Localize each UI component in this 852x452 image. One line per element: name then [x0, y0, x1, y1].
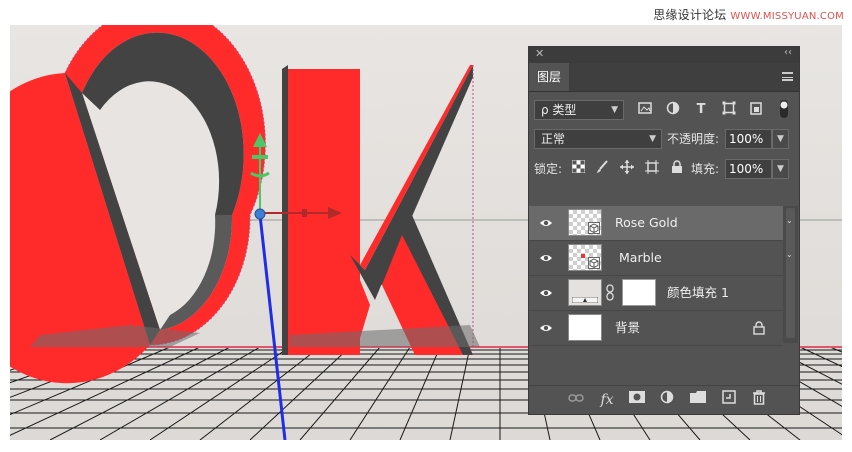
fill-layer-badge-icon	[572, 297, 598, 303]
lock-all-icon[interactable]	[668, 160, 686, 178]
filter-type-icon[interactable]: T	[692, 101, 710, 119]
filter-smart-object-icon[interactable]	[747, 101, 765, 119]
layer-filter-value: ρ 类型	[541, 103, 577, 117]
lock-artboard-icon[interactable]	[643, 160, 661, 178]
layer-name[interactable]: Marble	[619, 241, 662, 275]
fill-label: 填充:	[691, 162, 720, 176]
gizmo-center-handle[interactable]	[254, 208, 266, 220]
smart-object-badge-icon	[588, 257, 600, 269]
layers-list: Rose Gold Marble 颜色填充 1 背景	[529, 206, 783, 346]
link-layers-icon[interactable]	[566, 390, 586, 410]
visibility-eye-icon[interactable]	[539, 286, 553, 300]
fill-input[interactable]: 100%	[725, 159, 772, 179]
chevron-down-icon: ▼	[649, 134, 656, 144]
opacity-input[interactable]: 100%	[725, 129, 772, 149]
folder-icon[interactable]	[688, 390, 708, 410]
layer-row-background[interactable]: 背景	[529, 311, 783, 346]
visibility-eye-icon[interactable]	[539, 321, 553, 335]
gizmo-y-scale-handle[interactable]	[252, 155, 268, 159]
visibility-eye-icon[interactable]	[539, 251, 553, 265]
collapse-panel-icon[interactable]: ‹‹	[784, 47, 792, 58]
layer-row-rose-gold[interactable]: Rose Gold	[529, 206, 783, 241]
expand-effects-chevron-icon[interactable]: ⌄	[786, 216, 793, 225]
layer-name[interactable]: Rose Gold	[615, 206, 678, 240]
new-layer-icon[interactable]	[719, 390, 739, 410]
opacity-label: 不透明度:	[667, 132, 720, 146]
fill-slider-button[interactable]: ▼	[772, 159, 789, 179]
visibility-eye-icon[interactable]	[539, 216, 553, 230]
canvas-frame[interactable]: ✕ ‹‹ 图层 ρ 类型 ▼ T 正常 ▼ 不透明度: 100% ▼ 锁定: 填…	[10, 25, 842, 440]
layer-row-marble[interactable]: Marble	[529, 241, 783, 276]
trash-icon[interactable]	[749, 390, 769, 410]
tab-layers[interactable]: 图层	[529, 63, 569, 91]
chevron-down-icon: ▼	[611, 105, 618, 115]
expand-effects-chevron-icon-2[interactable]: ⌄	[786, 250, 793, 259]
opacity-slider-button[interactable]: ▼	[772, 129, 789, 149]
scrollbar-thumb[interactable]	[786, 208, 795, 338]
watermark-site-name: 思缘设计论坛	[653, 8, 727, 22]
fx-icon[interactable]: fx	[597, 390, 617, 410]
layer-name[interactable]: 背景	[615, 311, 640, 345]
mask-link-icon[interactable]	[605, 283, 615, 303]
gizmo-x-scale-handle[interactable]	[302, 209, 307, 217]
add-mask-icon[interactable]	[627, 390, 647, 410]
layers-bottom-toolbar: fx	[529, 385, 799, 414]
close-panel-icon[interactable]: ✕	[535, 47, 544, 60]
layer-thumbnail	[568, 314, 602, 341]
filter-toggle-switch[interactable]	[775, 99, 793, 118]
layer-filter-dropdown[interactable]: ρ 类型 ▼	[534, 100, 624, 120]
layer-name[interactable]: 颜色填充 1	[667, 276, 729, 310]
smart-object-badge-icon	[588, 222, 600, 234]
layer-lock-icon[interactable]	[753, 321, 765, 338]
lock-transparent-icon[interactable]	[569, 160, 587, 178]
filter-pixel-icon[interactable]	[636, 101, 654, 119]
watermark-site-url: WWW.MISSYUAN.COM	[730, 11, 844, 22]
lock-label: 锁定:	[534, 162, 563, 176]
lock-pixels-brush-icon[interactable]	[593, 160, 611, 178]
lock-position-move-icon[interactable]	[618, 160, 636, 178]
panel-tabbar: 图层	[529, 63, 799, 92]
filter-shape-icon[interactable]	[720, 101, 738, 119]
lock-row: 锁定: 填充: 100% ▼	[529, 157, 799, 181]
filter-adjustment-icon[interactable]	[664, 101, 682, 119]
layers-scrollbar[interactable]: ⌄ ⌄	[783, 206, 798, 343]
adjustment-layer-icon[interactable]	[657, 390, 677, 410]
blend-mode-dropdown[interactable]: 正常 ▼	[534, 129, 662, 149]
layer-thumbnail	[568, 209, 602, 236]
panel-menu-icon[interactable]	[782, 72, 793, 81]
fill-color-thumbnail[interactable]	[568, 279, 602, 306]
layer-thumbnail	[568, 244, 602, 271]
layers-panel: ✕ ‹‹ 图层 ρ 类型 ▼ T 正常 ▼ 不透明度: 100% ▼ 锁定: 填…	[528, 46, 800, 415]
panel-header: ✕ ‹‹	[529, 47, 799, 63]
watermark: 思缘设计论坛 WWW.MISSYUAN.COM	[653, 6, 844, 23]
blend-mode-value: 正常	[541, 132, 566, 146]
filter-row: ρ 类型 ▼ T	[529, 99, 799, 123]
blend-row: 正常 ▼ 不透明度: 100% ▼	[529, 127, 799, 151]
layer-row-color-fill[interactable]: 颜色填充 1	[529, 276, 783, 311]
thumbnail-red-mark	[581, 254, 585, 258]
layer-mask-thumbnail[interactable]	[622, 279, 656, 306]
